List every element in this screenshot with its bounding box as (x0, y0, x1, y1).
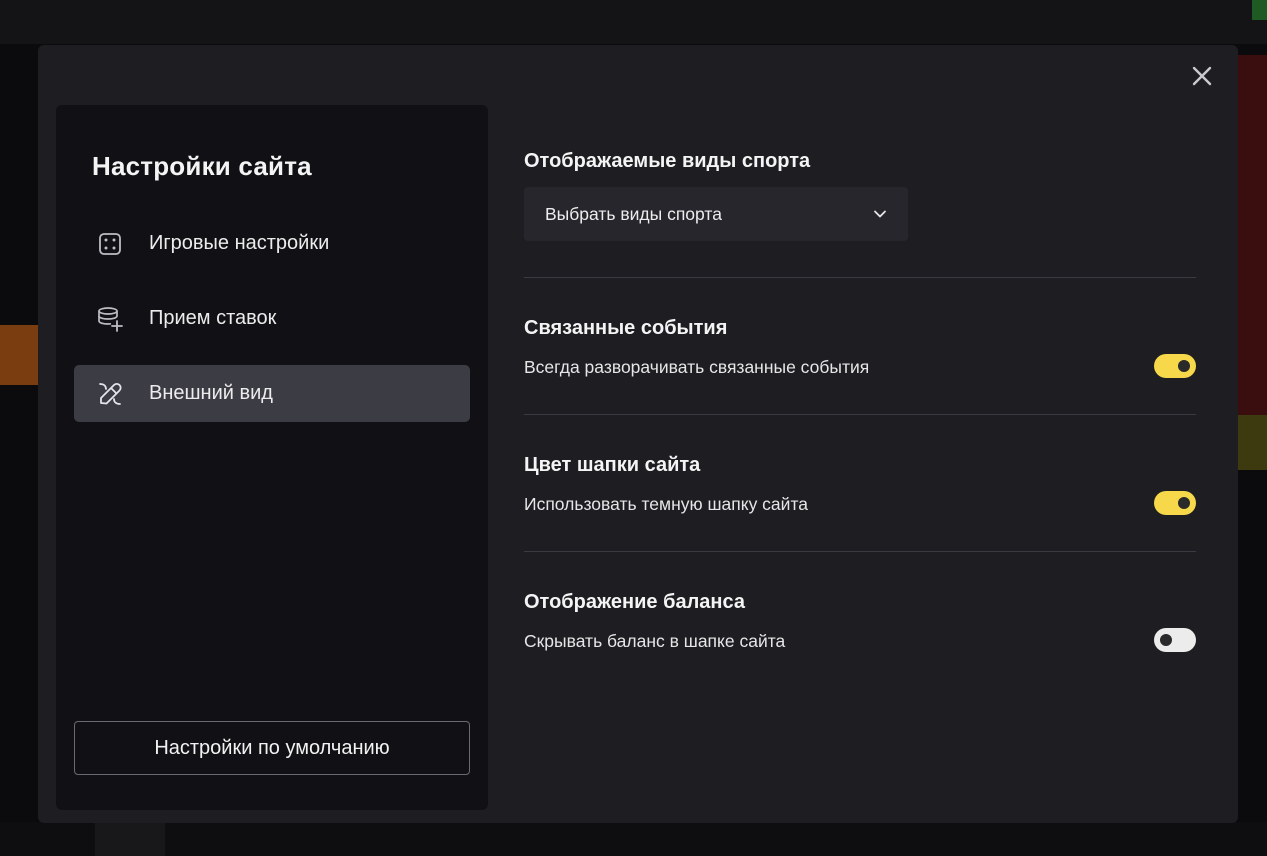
divider (524, 551, 1196, 552)
sidebar-item-label: Игровые настройки (149, 232, 330, 254)
sidebar-item-label: Прием ставок (149, 307, 277, 329)
sports-select-value: Выбрать виды спорта (545, 203, 722, 224)
sports-select[interactable]: Выбрать виды спорта (524, 187, 908, 241)
header-color-section-title: Цвет шапки сайта (524, 454, 701, 476)
coins-plus-icon (96, 305, 124, 333)
balance-section-title: Отображение баланса (524, 591, 745, 613)
toggle-knob (1178, 497, 1190, 509)
related-events-toggle[interactable] (1154, 354, 1196, 378)
sidebar-item-bet-acceptance[interactable]: Прием ставок (74, 290, 470, 347)
background-promo-button (1238, 415, 1267, 470)
sidebar-item-game-settings[interactable]: Игровые настройки (74, 215, 470, 272)
dark-header-toggle[interactable] (1154, 491, 1196, 515)
chevron-down-icon (874, 210, 886, 218)
header-color-description: Использовать темную шапку сайта (524, 494, 808, 514)
background-topbar (0, 0, 1267, 44)
balance-description: Скрывать баланс в шапке сайта (524, 631, 786, 651)
divider (524, 414, 1196, 415)
toggle-knob (1160, 634, 1172, 646)
sidebar-item-appearance[interactable]: Внешний вид (74, 365, 470, 422)
sports-section-title: Отображаемые виды спорта (524, 150, 811, 172)
related-section-title: Связанные события (524, 317, 728, 339)
sidebar-item-label: Внешний вид (149, 382, 273, 404)
background-bottom-bar (0, 822, 1267, 856)
settings-modal: Настройки сайта Игровые настройки Прием … (38, 45, 1238, 823)
settings-sidebar: Настройки сайта Игровые настройки Прием … (56, 105, 488, 810)
background-bottom-tab (95, 822, 165, 856)
dice-icon (96, 230, 124, 258)
divider (524, 277, 1196, 278)
background-promo (1238, 55, 1267, 415)
sidebar-title: Настройки сайта (92, 151, 312, 181)
settings-content: Отображаемые виды спорта Выбрать виды сп… (524, 45, 1196, 823)
toggle-knob (1178, 360, 1190, 372)
hide-balance-toggle[interactable] (1154, 628, 1196, 652)
background-banner (0, 325, 40, 385)
related-description: Всегда разворачивать связанные события (524, 357, 870, 377)
paint-brush-icon (96, 380, 124, 408)
reset-defaults-button[interactable]: Настройки по умолчанию (74, 721, 470, 775)
background-accent (1252, 0, 1267, 20)
